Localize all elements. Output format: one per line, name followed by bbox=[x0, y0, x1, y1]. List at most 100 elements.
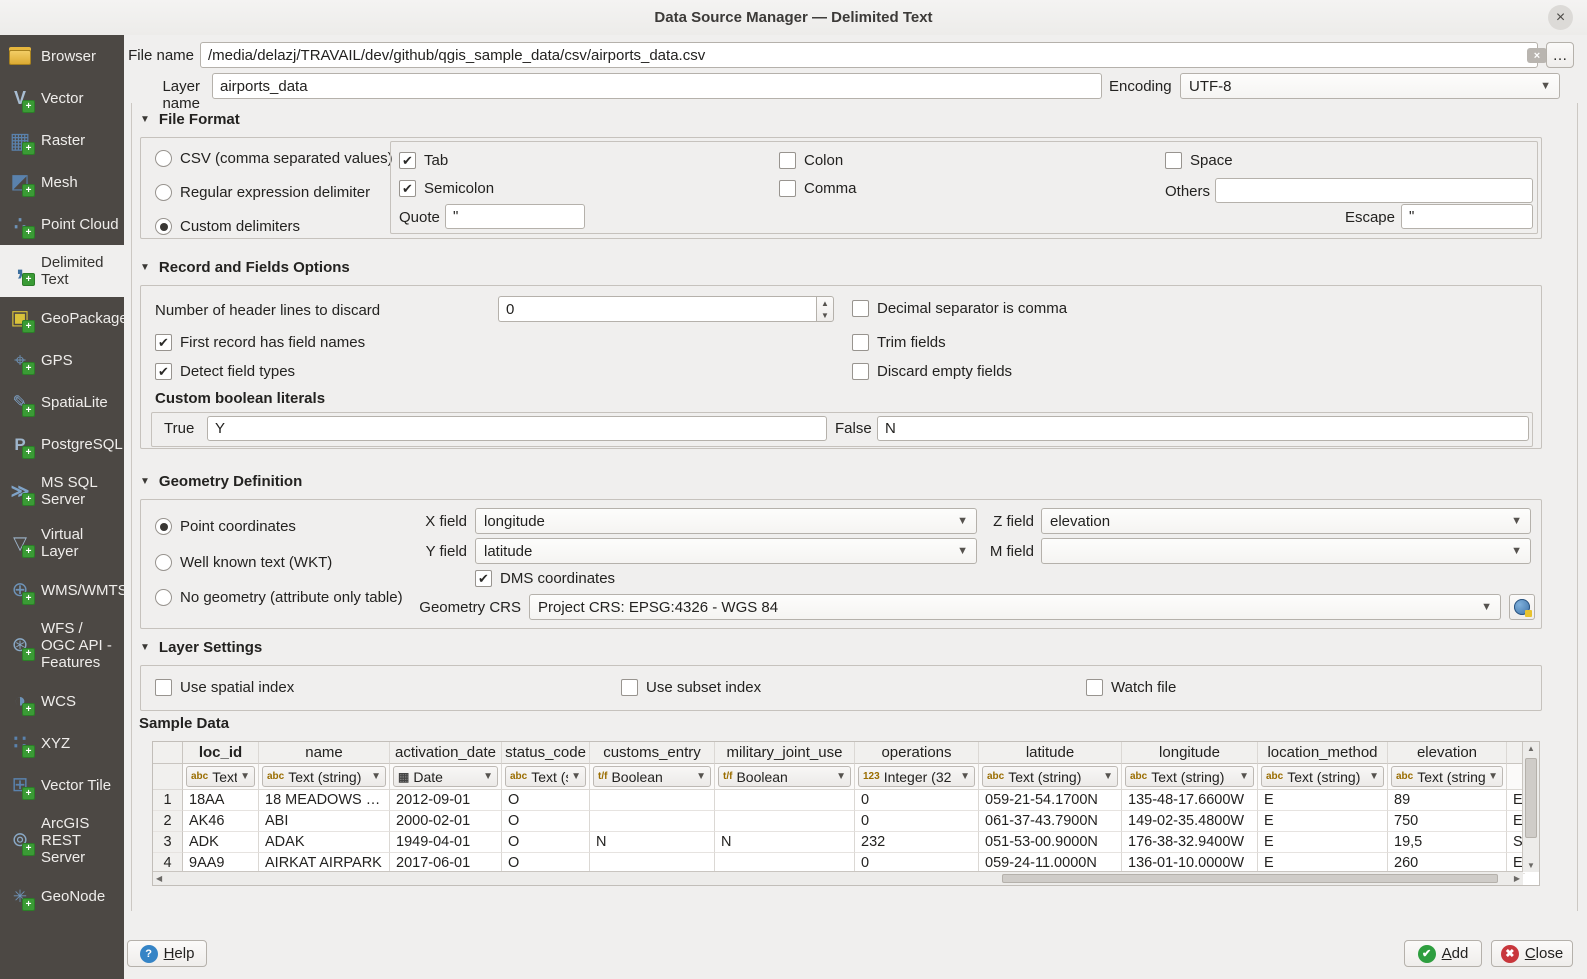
sidebar-item-mesh[interactable]: Mesh bbox=[0, 161, 124, 203]
sidebar-item-wms-wmts[interactable]: WMS/WMTS bbox=[0, 569, 124, 611]
close-button[interactable]: ✖ Close bbox=[1491, 940, 1573, 967]
sidebar-item-virtual-layer[interactable]: Virtual Layer bbox=[0, 517, 124, 569]
sidebar-item-browser[interactable]: Browser bbox=[0, 35, 124, 77]
column-header[interactable]: latitude bbox=[979, 742, 1122, 764]
sidebar-item-geopackage[interactable]: GeoPackage bbox=[0, 297, 124, 339]
column-header[interactable]: customs_entry bbox=[590, 742, 715, 764]
layer-settings-section-header[interactable]: ▼ Layer Settings bbox=[140, 639, 262, 656]
scroll-down-icon[interactable]: ▼ bbox=[1523, 861, 1539, 870]
encoding-select[interactable]: UTF-8▼ bbox=[1180, 73, 1560, 99]
use-subset-index-checkbox[interactable]: Use subset index bbox=[621, 679, 761, 696]
column-type-combo[interactable]: abcText▼ bbox=[186, 766, 255, 787]
column-header[interactable]: longitude bbox=[1122, 742, 1258, 764]
window-close-button[interactable]: × bbox=[1548, 5, 1573, 30]
sidebar-item-postgresql[interactable]: PostgreSQL bbox=[0, 423, 124, 465]
semicolon-checkbox[interactable]: Semicolon bbox=[399, 180, 494, 197]
help-button[interactable]: ? Help bbox=[127, 940, 207, 967]
escape-input[interactable] bbox=[1401, 204, 1533, 229]
layer-name-input[interactable] bbox=[212, 73, 1102, 99]
column-type-combo[interactable]: abcText (string)▼ bbox=[262, 766, 386, 787]
scroll-right-icon[interactable]: ▶ bbox=[1514, 872, 1520, 885]
first-record-checkbox[interactable]: First record has field names bbox=[155, 334, 365, 351]
column-type-combo[interactable]: abcText (string▼ bbox=[1391, 766, 1503, 787]
header-lines-spinner[interactable]: ▲▼ bbox=[498, 296, 834, 322]
sidebar-item-ms-sql-server[interactable]: MS SQL Server bbox=[0, 465, 124, 517]
column-type-combo[interactable]: abcText (string)▼ bbox=[1261, 766, 1384, 787]
chevron-down-icon: ▼ bbox=[957, 545, 968, 557]
space-checkbox[interactable]: Space bbox=[1165, 152, 1233, 169]
spin-down-icon[interactable]: ▼ bbox=[817, 309, 833, 321]
others-input[interactable] bbox=[1215, 178, 1533, 203]
column-header[interactable]: status_code bbox=[502, 742, 590, 764]
use-spatial-index-checkbox[interactable]: Use spatial index bbox=[155, 679, 294, 696]
sidebar-item-xyz[interactable]: XYZ bbox=[0, 722, 124, 764]
column-header[interactable]: loc_id bbox=[183, 742, 259, 764]
sidebar-item-wfs-ogc-api[interactable]: WFS / OGC API - Features bbox=[0, 611, 124, 680]
column-header[interactable]: activation_date bbox=[390, 742, 502, 764]
spin-up-icon[interactable]: ▲ bbox=[817, 297, 833, 309]
column-header[interactable]: military_joint_use bbox=[715, 742, 855, 764]
column-header[interactable]: operations bbox=[855, 742, 979, 764]
file-name-input[interactable] bbox=[200, 42, 1538, 68]
file-format-section-header[interactable]: ▼ File Format bbox=[140, 111, 240, 128]
sidebar-item-spatialite[interactable]: SpatiaLite bbox=[0, 381, 124, 423]
table-horizontal-scrollbar[interactable]: ◀ ▶ bbox=[153, 871, 1523, 885]
sidebar-item-point-cloud[interactable]: Point Cloud bbox=[0, 203, 124, 245]
column-type-combo[interactable]: t/fBoolean▼ bbox=[718, 766, 851, 787]
horizontal-scroll-thumb[interactable] bbox=[1002, 874, 1497, 883]
dms-coordinates-checkbox[interactable]: DMS coordinates bbox=[475, 570, 615, 587]
table-vertical-scrollbar[interactable]: ▲ ▼ bbox=[1522, 742, 1539, 872]
geometry-crs-select[interactable]: Project CRS: EPSG:4326 - WGS 84▼ bbox=[529, 594, 1501, 620]
csv-radio[interactable]: CSV (comma separated values) bbox=[155, 150, 393, 167]
column-header[interactable]: name bbox=[259, 742, 390, 764]
decimal-comma-checkbox[interactable]: Decimal separator is comma bbox=[852, 300, 1067, 317]
false-literal-input[interactable] bbox=[877, 416, 1529, 441]
sidebar-item-vector-tile[interactable]: Vector Tile bbox=[0, 764, 124, 806]
clear-file-name-icon[interactable]: × bbox=[1527, 48, 1547, 63]
wkt-radio[interactable]: Well known text (WKT) bbox=[155, 554, 332, 571]
tab-checkbox[interactable]: Tab bbox=[399, 152, 448, 169]
m-field-select[interactable]: ▼ bbox=[1041, 538, 1531, 564]
column-type-combo[interactable]: abcText (string)▼ bbox=[1125, 766, 1254, 787]
true-literal-input[interactable] bbox=[207, 416, 827, 441]
column-header[interactable]: elevation bbox=[1388, 742, 1507, 764]
collapse-triangle-icon: ▼ bbox=[140, 114, 150, 125]
comma-checkbox[interactable]: Comma bbox=[779, 180, 857, 197]
watch-file-checkbox[interactable]: Watch file bbox=[1086, 679, 1176, 696]
trim-fields-checkbox[interactable]: Trim fields bbox=[852, 334, 946, 351]
custom-delimiters-radio[interactable]: Custom delimiters bbox=[155, 218, 300, 235]
sidebar-item-vector[interactable]: Vector bbox=[0, 77, 124, 119]
scroll-up-icon[interactable]: ▲ bbox=[1523, 744, 1539, 753]
sidebar-item-raster[interactable]: Raster bbox=[0, 119, 124, 161]
sidebar-item-gps[interactable]: GPS bbox=[0, 339, 124, 381]
sidebar-item-arcgis-rest-server[interactable]: ArcGIS REST Server bbox=[0, 806, 124, 875]
record-fields-section-header[interactable]: ▼ Record and Fields Options bbox=[140, 259, 350, 276]
header-lines-input[interactable] bbox=[498, 296, 816, 322]
spinner-buttons[interactable]: ▲▼ bbox=[816, 296, 834, 322]
select-crs-button[interactable] bbox=[1509, 594, 1535, 620]
column-type-combo[interactable]: abcText (string)▼ bbox=[982, 766, 1118, 787]
quote-input[interactable] bbox=[445, 204, 585, 229]
vertical-scroll-thumb[interactable] bbox=[1525, 758, 1537, 838]
colon-checkbox[interactable]: Colon bbox=[779, 152, 843, 169]
column-header[interactable]: location_method bbox=[1258, 742, 1388, 764]
discard-empty-fields-checkbox[interactable]: Discard empty fields bbox=[852, 363, 1012, 380]
x-field-select[interactable]: longitude▼ bbox=[475, 508, 977, 534]
detect-field-types-checkbox[interactable]: Detect field types bbox=[155, 363, 295, 380]
point-coordinates-radio[interactable]: Point coordinates bbox=[155, 518, 296, 535]
scroll-left-icon[interactable]: ◀ bbox=[156, 872, 162, 885]
geometry-definition-section-header[interactable]: ▼ Geometry Definition bbox=[140, 473, 302, 490]
column-type-combo[interactable]: ▦Date▼ bbox=[393, 766, 498, 787]
sidebar-item-delimited-text[interactable]: Delimited Text bbox=[0, 245, 124, 297]
browse-file-button[interactable]: … bbox=[1546, 42, 1574, 68]
column-type-combo[interactable]: t/fBoolean▼ bbox=[593, 766, 711, 787]
regex-delimiter-radio[interactable]: Regular expression delimiter bbox=[155, 184, 370, 201]
y-field-select[interactable]: latitude▼ bbox=[475, 538, 977, 564]
z-field-select[interactable]: elevation▼ bbox=[1041, 508, 1531, 534]
column-type-combo[interactable]: 123Integer (32▼ bbox=[858, 766, 975, 787]
add-button[interactable]: ✔ Add bbox=[1404, 940, 1482, 967]
sidebar-item-wcs[interactable]: WCS bbox=[0, 680, 124, 722]
column-type-combo[interactable]: abcText (st▼ bbox=[505, 766, 586, 787]
sidebar-item-geonode[interactable]: GeoNode bbox=[0, 875, 124, 917]
no-geometry-radio[interactable]: No geometry (attribute only table) bbox=[155, 589, 403, 606]
